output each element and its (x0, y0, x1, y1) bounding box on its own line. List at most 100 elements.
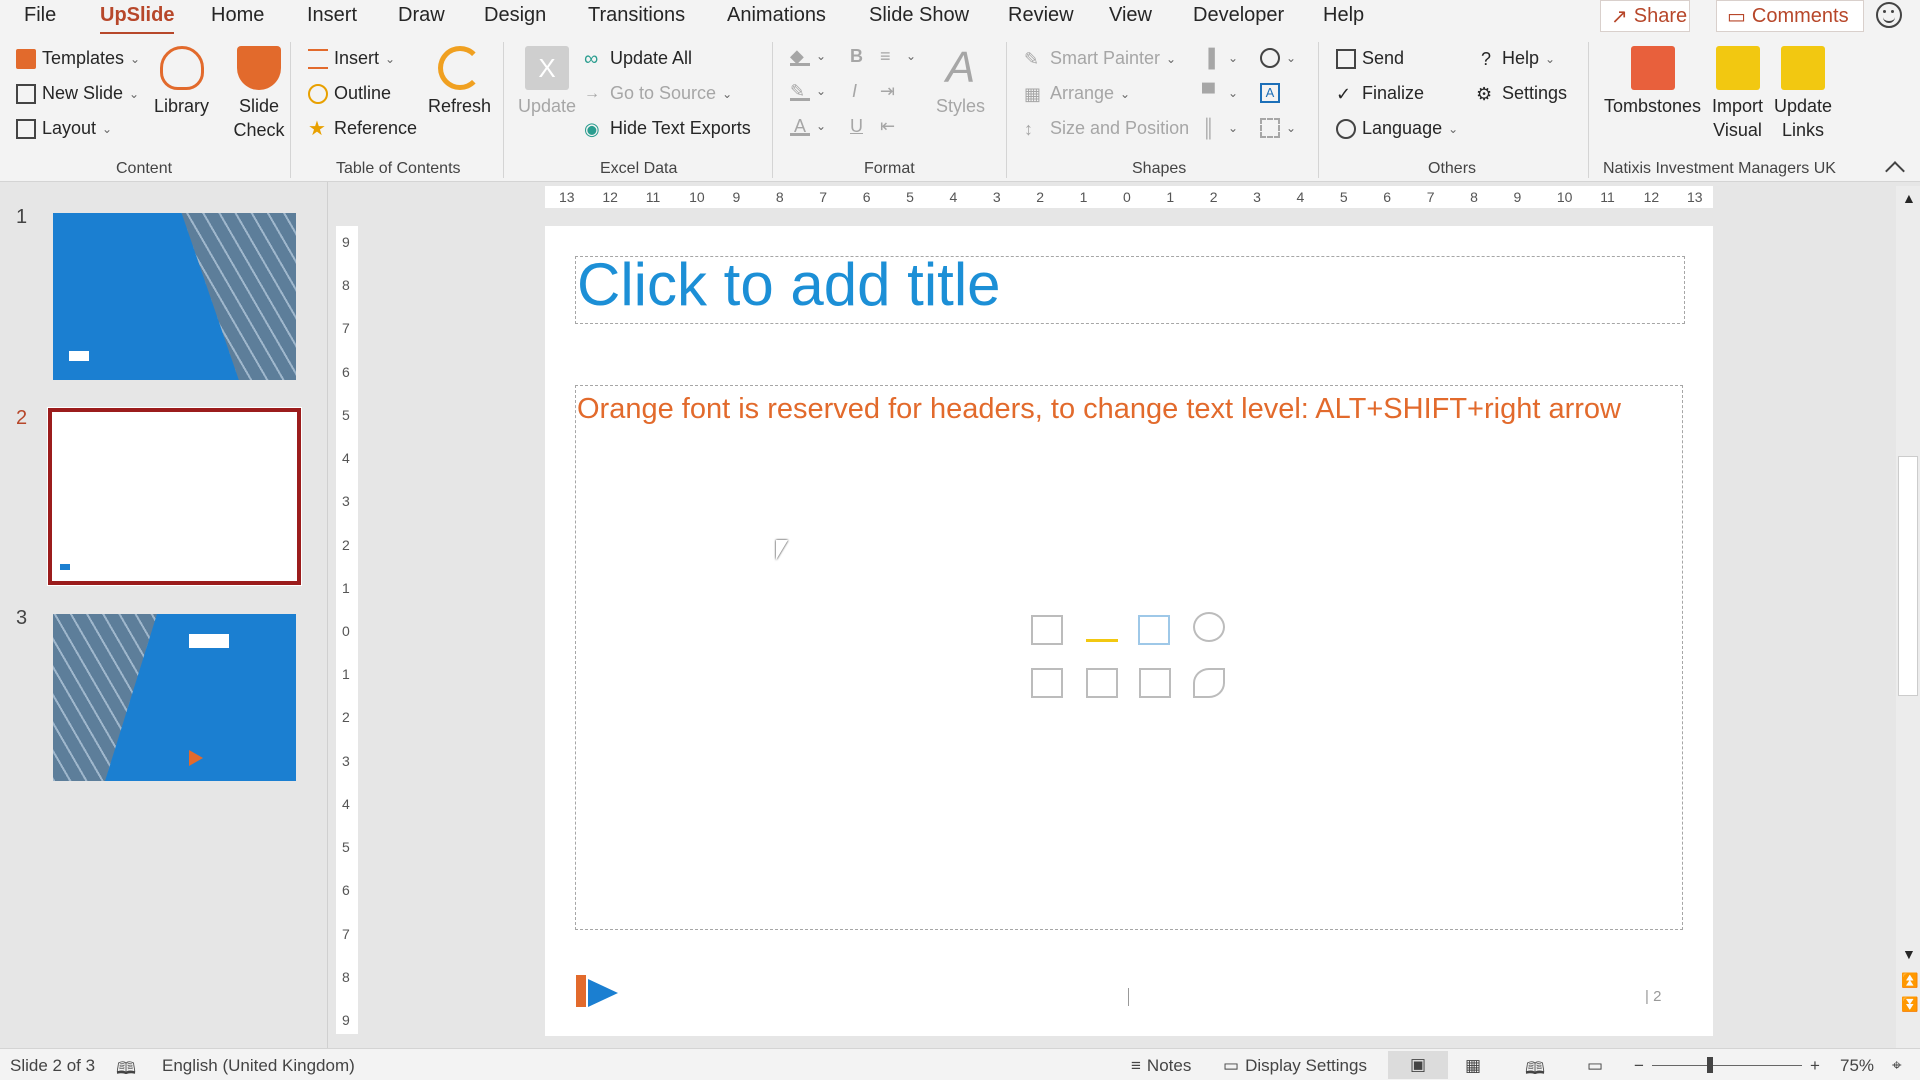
smart-painter-button[interactable]: ✎ Smart Painter ⌄ (1024, 48, 1176, 69)
excel-update-button[interactable]: X Update (518, 46, 576, 118)
share-button[interactable]: ↗ Share (1600, 0, 1690, 32)
update-links-label-1: Update (1774, 96, 1833, 116)
zoom-slider-thumb[interactable] (1707, 1057, 1713, 1073)
toc-insert-button[interactable]: Insert ⌄ (308, 48, 395, 69)
normal-view-button[interactable]: ▣ (1388, 1051, 1448, 1079)
globe-icon (1336, 118, 1356, 139)
zoom-out-button[interactable]: − (1634, 1056, 1644, 1076)
insert-video-icon[interactable] (1139, 668, 1171, 698)
outline-button[interactable]: Outline (308, 83, 391, 104)
scrollbar-thumb[interactable] (1898, 456, 1918, 696)
insert-picture-icon[interactable] (1031, 668, 1063, 698)
reference-button[interactable]: ★ Reference (308, 118, 417, 139)
library-button[interactable]: Library (154, 46, 209, 118)
font-color-button[interactable]: A ⌄ (790, 116, 826, 136)
tombstones-icon (1630, 46, 1675, 90)
language-indicator[interactable]: English (United Kingdom) (162, 1056, 355, 1076)
templates-button[interactable]: Templates ⌄ (16, 48, 140, 69)
slide-thumbnail-2[interactable] (47, 407, 302, 586)
fit-to-window-icon[interactable]: ⌖ (1892, 1056, 1902, 1076)
new-slide-button[interactable]: New Slide ⌄ (16, 83, 139, 104)
ruler-tick-label: 8 (342, 277, 350, 294)
tab-review[interactable]: Review (1008, 4, 1074, 27)
chevron-down-icon: ⌄ (129, 86, 140, 101)
toc-insert-label: Insert (334, 48, 380, 68)
spellcheck-icon[interactable]: 🕮 (116, 1056, 136, 1080)
zoom-level[interactable]: 75% (1840, 1056, 1874, 1076)
reading-view-button[interactable]: 🕮 (1525, 1056, 1545, 1080)
library-cloud-icon (159, 46, 204, 90)
shapes-button[interactable]: ⌄ (1260, 48, 1296, 68)
comments-button[interactable]: ▭ Comments (1716, 0, 1864, 32)
tab-file[interactable]: File (24, 4, 56, 27)
insert-icons-icon[interactable] (1193, 668, 1225, 698)
styles-button[interactable]: A Styles (936, 46, 985, 118)
tab-home[interactable]: Home (211, 4, 264, 27)
indent-increase-button[interactable]: ⇥ (880, 81, 900, 101)
slide-check-label: Slide Check (233, 96, 285, 140)
help-button[interactable]: ? Help ⌄ (1476, 48, 1555, 69)
collapse-ribbon-icon[interactable] (1885, 161, 1905, 181)
slide-show-button[interactable]: ▭ (1587, 1056, 1603, 1076)
insert-online-picture-icon[interactable] (1086, 668, 1118, 698)
tab-insert[interactable]: Insert (307, 4, 357, 27)
line-color-button[interactable]: ✎ ⌄ (790, 81, 826, 101)
align-button[interactable]: ≡ ⌄ (880, 46, 916, 66)
feedback-smiley-icon[interactable] (1876, 2, 1902, 28)
zoom-in-button[interactable]: + (1810, 1056, 1820, 1076)
tombstones-button[interactable]: Tombstones (1604, 46, 1701, 118)
scroll-up-icon[interactable]: ▲ (1902, 190, 1916, 206)
indent-decrease-button[interactable]: ⇤ (880, 116, 900, 136)
scroll-down-icon[interactable]: ▼ (1902, 946, 1916, 962)
slide-title-placeholder-text[interactable]: Click to add title (577, 250, 1001, 319)
import-visual-button[interactable]: Import Visual (1712, 46, 1763, 142)
slide-sorter-button[interactable]: ▦ (1465, 1056, 1481, 1076)
finalize-button[interactable]: ✓ Finalize (1336, 83, 1424, 104)
send-button[interactable]: Send (1336, 48, 1404, 69)
underline-button[interactable]: U (850, 116, 863, 137)
slide-check-button[interactable]: Slide Check (224, 46, 294, 142)
bold-button[interactable]: B (850, 46, 863, 67)
language-button[interactable]: Language ⌄ (1336, 118, 1458, 139)
tab-draw[interactable]: Draw (398, 4, 445, 27)
tab-upslide[interactable]: UpSlide (100, 4, 175, 35)
tab-design[interactable]: Design (484, 4, 546, 27)
templates-label: Templates (42, 48, 125, 68)
previous-slide-icon[interactable]: ⏫ (1901, 972, 1918, 989)
tab-transitions[interactable]: Transitions (588, 4, 685, 27)
slide-thumbnail-1[interactable] (53, 213, 296, 380)
zoom-slider-track[interactable] (1652, 1065, 1802, 1066)
tab-view[interactable]: View (1109, 4, 1152, 27)
insert-3d-model-icon[interactable] (1193, 612, 1225, 642)
settings-button[interactable]: ⚙ Settings (1476, 83, 1567, 104)
tab-slide-show[interactable]: Slide Show (869, 4, 969, 27)
insert-table-icon[interactable] (1031, 615, 1063, 645)
refresh-button[interactable]: Refresh (428, 46, 491, 118)
tab-developer[interactable]: Developer (1193, 4, 1284, 27)
next-slide-icon[interactable]: ⏬ (1901, 996, 1918, 1013)
align-shapes-button[interactable]: ▐ ⌄ (1202, 48, 1238, 68)
size-position-button[interactable]: ↕ Size and Position (1024, 118, 1189, 139)
hide-text-exports-button[interactable]: ◉ Hide Text Exports (584, 118, 751, 139)
go-to-source-button[interactable]: → Go to Source ⌄ (584, 83, 732, 104)
content-placeholder[interactable] (575, 385, 1683, 930)
notes-button[interactable]: ≡ Notes (1131, 1056, 1191, 1076)
vertical-scrollbar[interactable]: ▲ ▼ ⏫ ⏬ (1896, 186, 1920, 1048)
fill-color-button[interactable]: ◆ ⌄ (790, 46, 826, 66)
update-links-button[interactable]: Update Links (1774, 46, 1832, 142)
align-top-button[interactable]: ▀ ⌄ (1202, 83, 1238, 103)
group-button[interactable]: ⌄ (1260, 118, 1296, 138)
update-all-button[interactable]: ∞ Update All (584, 48, 692, 69)
insert-smartart-icon[interactable] (1138, 615, 1170, 645)
display-settings-button[interactable]: ▭ Display Settings (1223, 1056, 1367, 1076)
slide-body-text[interactable]: Orange font is reserved for headers, to … (577, 393, 1621, 426)
textbox-button[interactable]: A (1260, 83, 1280, 103)
slide-thumbnail-3[interactable] (53, 614, 296, 781)
distribute-button[interactable]: ║ ⌄ (1202, 118, 1238, 138)
arrange-button[interactable]: ▦ Arrange ⌄ (1024, 83, 1130, 104)
tab-help[interactable]: Help (1323, 4, 1364, 27)
insert-chart-icon[interactable] (1086, 612, 1118, 642)
layout-button[interactable]: Layout ⌄ (16, 118, 112, 139)
italic-button[interactable]: I (852, 81, 857, 102)
tab-animations[interactable]: Animations (727, 4, 826, 27)
